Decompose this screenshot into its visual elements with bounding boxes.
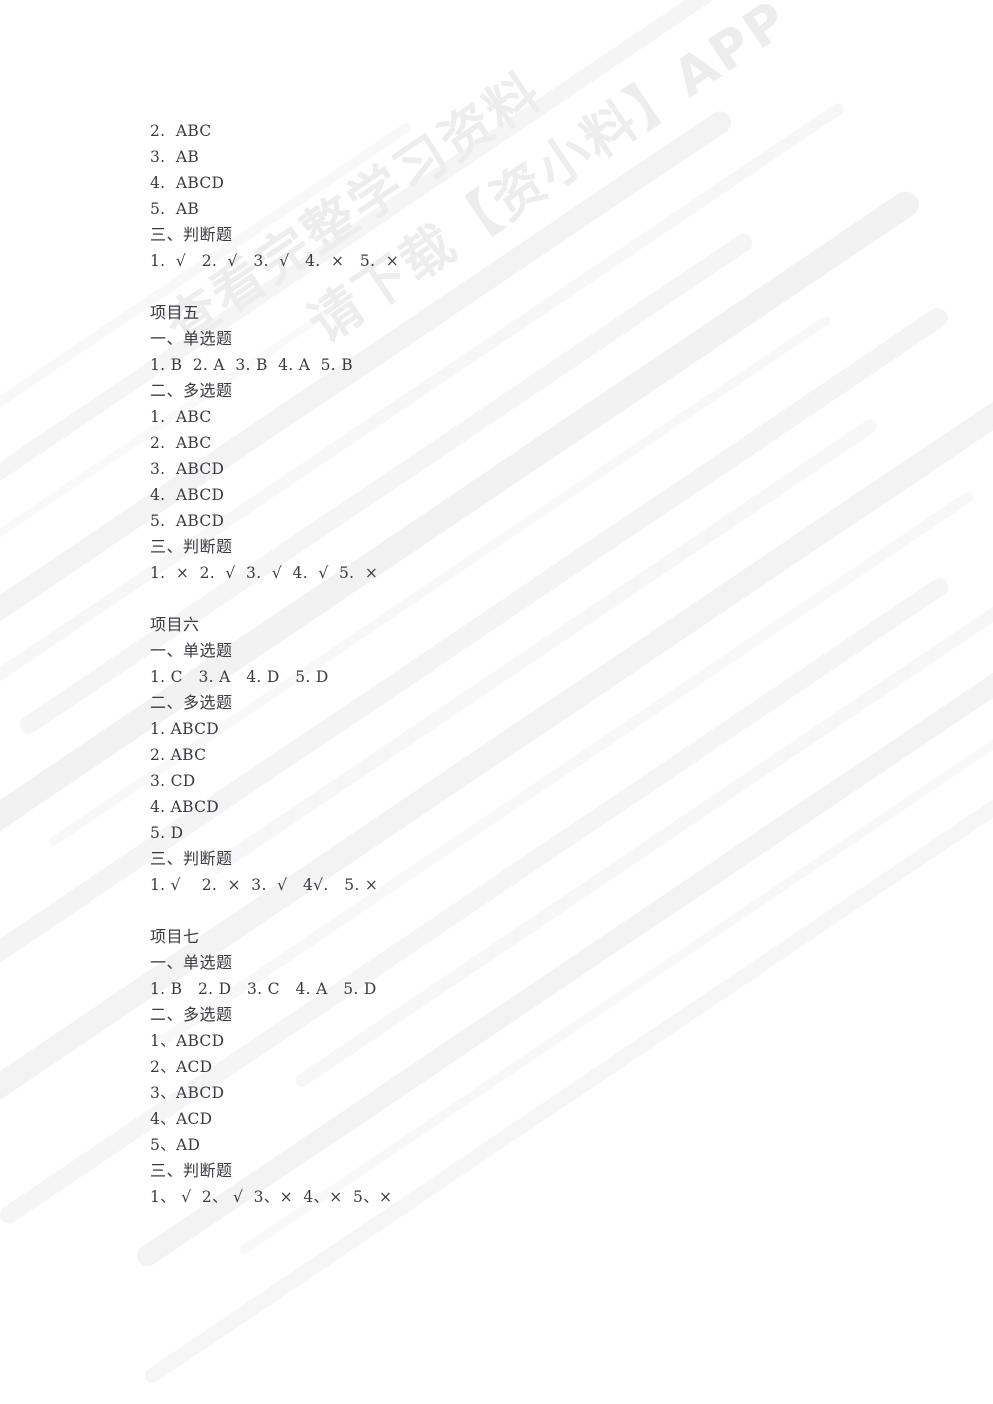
section-heading-single-choice: 一、单选题 bbox=[150, 329, 233, 348]
true-false-answers: 1. × 2. √ 3. √ 4. √ 5. × bbox=[150, 564, 379, 582]
section-heading-true-false: 三、判断题 bbox=[150, 1161, 233, 1180]
multi-choice-item-5: 5. D bbox=[150, 824, 184, 842]
multi-choice-item-3: 3. AB bbox=[150, 148, 200, 166]
multi-choice-item-3: 3、ABCD bbox=[150, 1084, 225, 1102]
multi-choice-item-2: 2. ABC bbox=[150, 746, 207, 764]
project-seven: 项目七一、单选题 1. B 2. D 3. C 4. A 5. D 二、多选题 1、A… bbox=[150, 924, 910, 1210]
multi-choice-item-1: 1. ABC bbox=[150, 408, 212, 426]
multi-choice-item-2: 2、ACD bbox=[150, 1058, 213, 1076]
multi-choice-item-1: 1、ABCD bbox=[150, 1032, 225, 1050]
multi-choice-item-4: 4. ABCD bbox=[150, 486, 225, 504]
single-choice-answers: 1. C 3. A 4. D 5. D bbox=[150, 668, 329, 686]
multi-choice-item-4: 4. ABCD bbox=[150, 174, 225, 192]
project-title: 项目六 bbox=[150, 615, 200, 634]
multi-choice-item-5: 5、AD bbox=[150, 1136, 201, 1154]
project-six: 项目六一、单选题 1. C 3. A 4. D 5. D 二、多选题 1. ABCD 2… bbox=[150, 612, 910, 898]
section-heading-true-false: 三、判断题 bbox=[150, 849, 233, 868]
section-heading-true-false: 三、判断题 bbox=[150, 225, 233, 244]
true-false-answers: 1. √ 2. × 3. √ 4√. 5. × bbox=[150, 876, 379, 894]
true-false-answers: 1、 √ 2、 √ 3、× 4、× 5、× bbox=[150, 1188, 393, 1206]
section-heading-single-choice: 一、单选题 bbox=[150, 953, 233, 972]
multi-choice-item-4: 4、ACD bbox=[150, 1110, 213, 1128]
multi-choice-item-5: 5. AB bbox=[150, 200, 200, 218]
section-heading-multi-choice: 二、多选题 bbox=[150, 1005, 233, 1024]
single-choice-answers: 1. B 2. A 3. B 4. A 5. B bbox=[150, 356, 353, 374]
section-heading-true-false: 三、判断题 bbox=[150, 537, 233, 556]
single-choice-answers: 1. B 2. D 3. C 4. A 5. D bbox=[150, 980, 377, 998]
multi-choice-item-3: 3. ABCD bbox=[150, 460, 225, 478]
multi-choice-item-4: 4. ABCD bbox=[150, 798, 219, 816]
multi-choice-item-2: 2. ABC bbox=[150, 122, 212, 140]
answer-key-body: 2. ABC 3. AB 4. ABCD 5. AB 三、判断题 1. √ 2. √ 3.… bbox=[150, 118, 910, 1210]
section-heading-multi-choice: 二、多选题 bbox=[150, 693, 233, 712]
document-page: 查看完整学习资料 请下载【资小料】APP 2. ABC 3. AB 4. ABCD 5… bbox=[0, 0, 993, 1404]
section-heading-single-choice: 一、单选题 bbox=[150, 641, 233, 660]
multi-choice-item-2: 2. ABC bbox=[150, 434, 212, 452]
multi-choice-item-5: 5. ABCD bbox=[150, 512, 225, 530]
multi-choice-item-3: 3. CD bbox=[150, 772, 196, 790]
section-heading-multi-choice: 二、多选题 bbox=[150, 381, 233, 400]
continued-section: 2. ABC 3. AB 4. ABCD 5. AB 三、判断题 1. √ 2. √ 3.… bbox=[150, 118, 910, 274]
project-five: 项目五一、单选题 1. B 2. A 3. B 4. A 5. B 二、多选题 1. … bbox=[150, 300, 910, 586]
multi-choice-item-1: 1. ABCD bbox=[150, 720, 219, 738]
true-false-answers: 1. √ 2. √ 3. √ 4. × 5. × bbox=[150, 252, 400, 270]
project-title: 项目五 bbox=[150, 303, 200, 322]
project-title: 项目七 bbox=[150, 927, 200, 946]
